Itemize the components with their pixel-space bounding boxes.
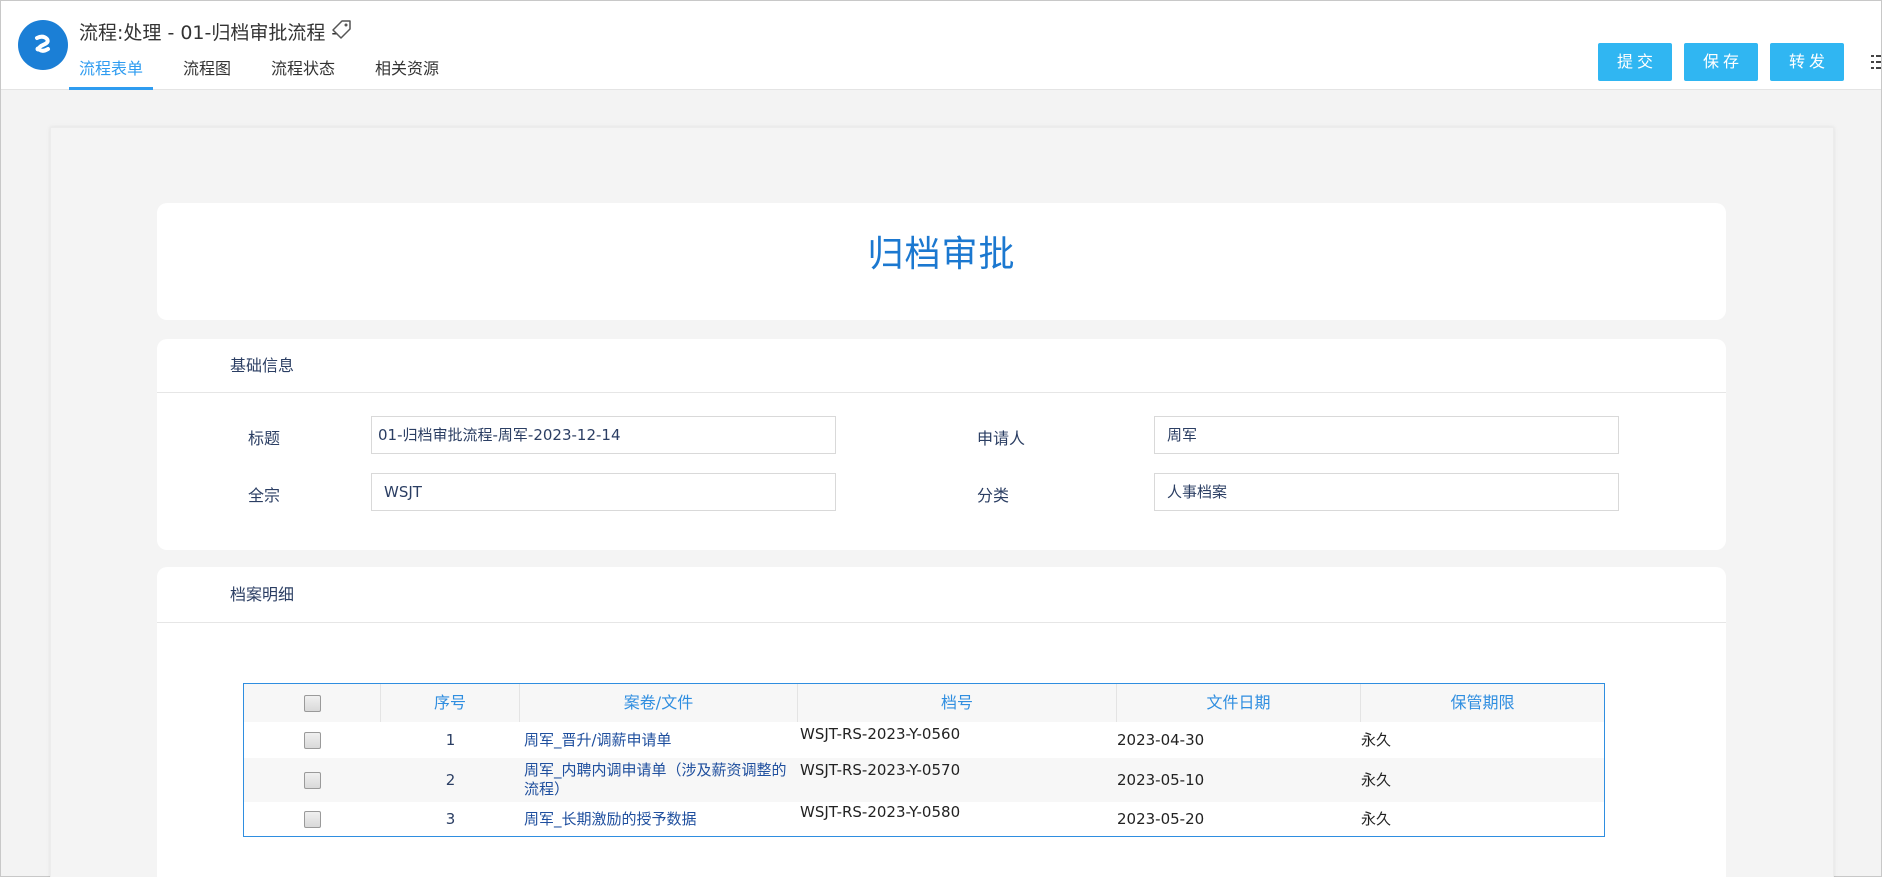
tag-icon[interactable] [331, 18, 353, 40]
tab-process-form[interactable]: 流程表单 [69, 57, 154, 90]
column-header: 文件日期 [1117, 684, 1361, 722]
tab-bar: 流程表单 流程图 流程状态 相关资源 [69, 57, 469, 90]
column-header: 案卷/文件 [520, 684, 798, 722]
tab-process-status[interactable]: 流程状态 [261, 57, 345, 90]
row-archive-code: WSJT-RS-2023-Y-0560 [800, 725, 961, 743]
applicant-label: 申请人 [977, 429, 1026, 448]
row-file-date: 2023-05-20 [1117, 810, 1205, 828]
row-number: 1 [445, 731, 456, 749]
row-file-date: 2023-04-30 [1117, 731, 1205, 749]
more-menu-icon[interactable] [1869, 51, 1881, 73]
row-select-cell [244, 802, 381, 836]
archive-detail-section: 档案明细 序号 案卷/文件 档号 文件日期 保管期限 1 周军_晋升/调薪申请单… [157, 567, 1726, 877]
fonds-field[interactable]: WSJT [371, 473, 836, 511]
row-checkbox[interactable] [304, 771, 321, 789]
table-header: 序号 案卷/文件 档号 文件日期 保管期限 [244, 684, 1604, 722]
row-select-cell [244, 758, 381, 802]
form-title: 归档审批 [867, 234, 1016, 275]
table-row[interactable]: 3 周军_长期激励的授予数据 WSJT-RS-2023-Y-0580 2023-… [244, 802, 1604, 836]
row-file-link[interactable]: 周军_晋升/调薪申请单 [520, 722, 798, 758]
category-label: 分类 [977, 486, 1010, 505]
column-header: 序号 [381, 684, 520, 722]
row-file-date: 2023-05-10 [1117, 771, 1205, 789]
row-select-cell [244, 722, 381, 758]
row-file-link[interactable]: 周军_长期激励的授予数据 [520, 802, 798, 836]
row-retention: 永久 [1361, 731, 1392, 749]
forward-button[interactable]: 转发 [1770, 43, 1844, 81]
row-archive-code: WSJT-RS-2023-Y-0570 [800, 761, 961, 779]
basic-info-header: 基础信息 [157, 339, 1726, 393]
page-title: 流程:处理 - 01-归档审批流程 - [79, 22, 339, 44]
save-button[interactable]: 保存 [1684, 43, 1758, 81]
row-number: 3 [445, 810, 456, 828]
select-all-cell [244, 684, 381, 722]
tab-process-diagram[interactable]: 流程图 [173, 57, 241, 90]
select-all-checkbox[interactable] [303, 694, 321, 712]
form-title-card: 归档审批 [157, 203, 1726, 320]
archive-detail-header: 档案明细 [157, 567, 1726, 623]
table-row[interactable]: 1 周军_晋升/调薪申请单 WSJT-RS-2023-Y-0560 2023-0… [244, 722, 1604, 758]
table-row[interactable]: 2 周军_内聘内调申请单（涉及薪资调整的流程） WSJT-RS-2023-Y-0… [244, 758, 1604, 802]
row-retention: 永久 [1361, 810, 1392, 828]
row-number: 2 [445, 771, 456, 789]
page-header: 流程:处理 - 01-归档审批流程 - 流程表单 流程图 流程状态 相关资源 提… [1, 1, 1881, 90]
applicant-field[interactable]: 周军 [1154, 416, 1619, 454]
fonds-label: 全宗 [248, 486, 281, 505]
row-retention: 永久 [1361, 771, 1392, 789]
subject-label: 标题 [248, 429, 281, 448]
basic-info-section: 基础信息 标题 01-归档审批流程-周军-2023-12-14 申请人 周军 全… [157, 339, 1726, 550]
column-header: 档号 [798, 684, 1117, 722]
action-bar: 提交 保存 转发 [1586, 43, 1844, 81]
row-archive-code: WSJT-RS-2023-Y-0580 [800, 803, 961, 821]
tab-related-resources[interactable]: 相关资源 [365, 57, 449, 90]
archive-detail-table: 序号 案卷/文件 档号 文件日期 保管期限 1 周军_晋升/调薪申请单 WSJT… [243, 683, 1605, 837]
app-logo-icon [18, 20, 68, 70]
row-checkbox[interactable] [304, 731, 321, 749]
column-header: 保管期限 [1450, 693, 1515, 712]
category-field[interactable]: 人事档案 [1154, 473, 1619, 511]
subject-field[interactable]: 01-归档审批流程-周军-2023-12-14 [371, 416, 836, 454]
row-checkbox[interactable] [304, 810, 321, 828]
row-file-link[interactable]: 周军_内聘内调申请单（涉及薪资调整的流程） [520, 758, 798, 802]
submit-button[interactable]: 提交 [1598, 43, 1672, 81]
